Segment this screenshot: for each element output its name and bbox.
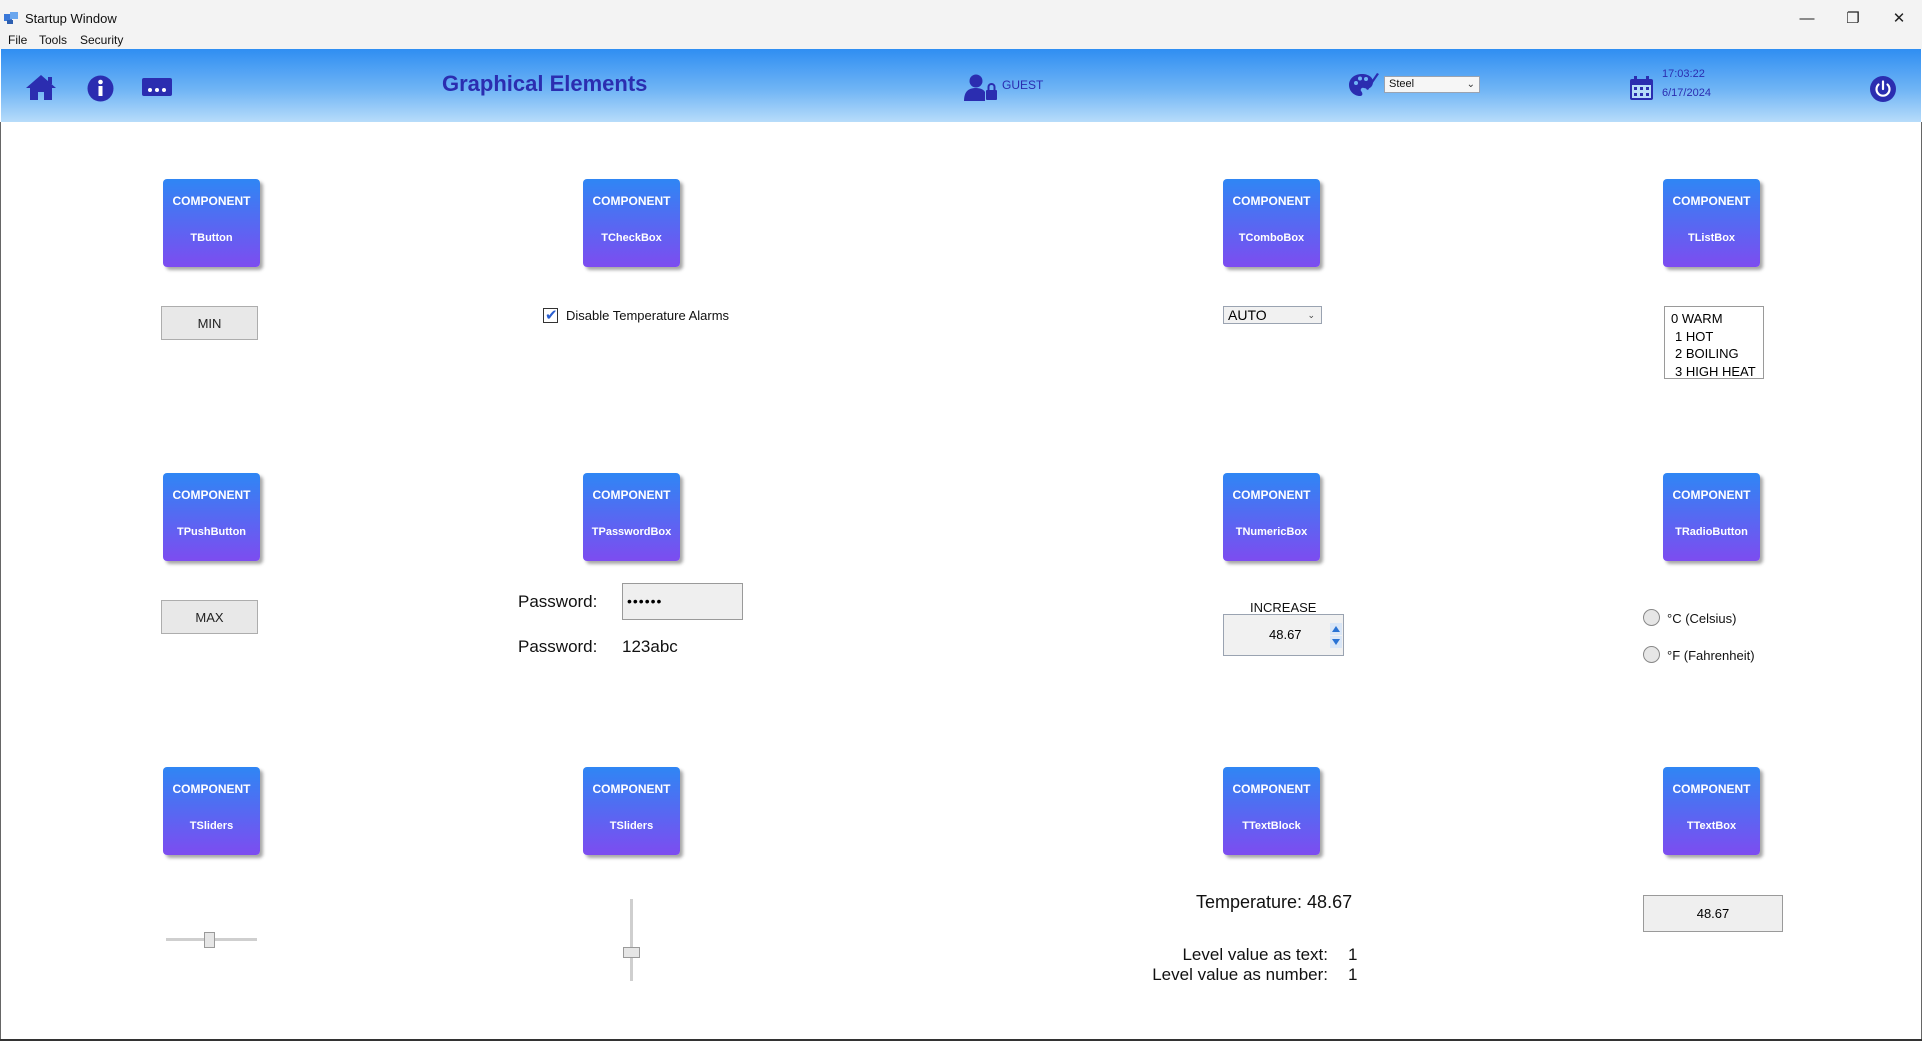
tile-tsliders-horizontal[interactable]: COMPONENT TSliders — [163, 767, 260, 855]
password-input[interactable]: •••••• — [622, 583, 743, 620]
chevron-down-icon: ⌄ — [1466, 79, 1475, 90]
menu-security[interactable]: Security — [80, 33, 123, 47]
level-number-value: 1 — [1348, 965, 1358, 984]
theme-select-value: Steel — [1389, 78, 1415, 90]
password-plain-value: 123abc — [622, 637, 678, 656]
restore-button[interactable]: ❐ — [1830, 2, 1876, 34]
tile-tradiobutton[interactable]: COMPONENT TRadioButton — [1663, 473, 1760, 561]
tile-tpasswordbox[interactable]: COMPONENT TPasswordBox — [583, 473, 680, 561]
temperature-text: Temperature: 48.67 — [1196, 892, 1353, 912]
user-lock-icon[interactable] — [964, 73, 998, 106]
more-icon[interactable] — [141, 77, 173, 102]
clock-time: 17:03:22 — [1662, 68, 1705, 80]
password-label: Password: — [518, 592, 598, 611]
level-text-label: Level value as text: — [1182, 945, 1328, 964]
level-number-label: Level value as number: — [1152, 965, 1328, 984]
tile-tsliders-vertical[interactable]: COMPONENT TSliders — [583, 767, 680, 855]
menu-bar — [0, 33, 1922, 49]
numeric-box[interactable]: 48.67 — [1223, 614, 1344, 656]
tile-tlistbox[interactable]: COMPONENT TListBox — [1663, 179, 1760, 267]
window-title: Startup Window — [25, 11, 117, 26]
tile-tnumericbox[interactable]: COMPONENT TNumericBox — [1223, 473, 1320, 561]
min-button[interactable]: MIN — [161, 306, 258, 340]
radio-celsius[interactable] — [1643, 609, 1660, 626]
list-item[interactable]: 1 HOT — [1671, 328, 1763, 346]
max-button[interactable]: MAX — [161, 600, 258, 634]
spin-down-icon[interactable] — [1330, 635, 1342, 648]
disable-alarms-checkbox[interactable]: ✔ — [543, 307, 558, 324]
tile-tcheckbox[interactable]: COMPONENT TCheckBox — [583, 179, 680, 267]
list-item[interactable]: 0 WARM — [1671, 310, 1763, 328]
chevron-down-icon: ⌄ — [1307, 310, 1315, 320]
palette-icon[interactable] — [1348, 72, 1380, 103]
clock-date: 6/17/2024 — [1662, 87, 1711, 99]
temperature-textbox[interactable]: 48.67 — [1643, 895, 1783, 932]
power-icon[interactable] — [1869, 75, 1897, 108]
spin-up-icon[interactable] — [1330, 622, 1342, 635]
theme-select[interactable]: Steel ⌄ — [1384, 76, 1480, 93]
list-item[interactable]: 3 HIGH HEAT — [1671, 363, 1763, 381]
numeric-value: 48.67 — [1269, 627, 1302, 642]
tile-tbutton[interactable]: COMPONENT TButton — [163, 179, 260, 267]
calendar-icon — [1629, 76, 1654, 106]
window-border-left — [0, 122, 1, 1041]
vertical-slider-thumb[interactable] — [623, 947, 640, 958]
close-button[interactable]: ✕ — [1876, 2, 1922, 34]
check-icon: ✔ — [545, 307, 558, 324]
mode-combobox[interactable]: AUTO ⌄ — [1223, 306, 1322, 324]
app-icon — [4, 11, 18, 25]
tile-ttextbox[interactable]: COMPONENT TTextBox — [1663, 767, 1760, 855]
menu-tools[interactable]: Tools — [39, 33, 67, 47]
radio-fahrenheit-label: °F (Fahrenheit) — [1667, 648, 1755, 663]
password-plain-label: Password: — [518, 637, 598, 656]
vertical-slider-track[interactable] — [630, 899, 633, 981]
menu-file[interactable]: File — [8, 33, 27, 47]
list-item[interactable]: 2 BOILING — [1671, 345, 1763, 363]
title-bar — [0, 0, 1922, 33]
page-title: Graphical Elements — [442, 71, 648, 96]
tile-tpushbutton[interactable]: COMPONENT TPushButton — [163, 473, 260, 561]
tile-tcombobox[interactable]: COMPONENT TComboBox — [1223, 179, 1320, 267]
minimize-button[interactable]: — — [1784, 2, 1830, 34]
numeric-label: INCREASE — [1250, 600, 1317, 615]
user-name: GUEST — [1002, 78, 1044, 92]
heat-listbox[interactable]: 0 WARM 1 HOT 2 BOILING 3 HIGH HEAT — [1664, 306, 1764, 379]
radio-celsius-label: °C (Celsius) — [1667, 611, 1737, 626]
level-text-value: 1 — [1348, 945, 1358, 964]
info-icon[interactable] — [87, 75, 114, 107]
combobox-value: AUTO — [1228, 307, 1267, 323]
checkbox-label: Disable Temperature Alarms — [566, 308, 730, 323]
home-icon[interactable] — [24, 73, 58, 106]
horizontal-slider-thumb[interactable] — [204, 932, 215, 948]
radio-fahrenheit[interactable] — [1643, 646, 1660, 663]
tile-ttextblock[interactable]: COMPONENT TTextBlock — [1223, 767, 1320, 855]
